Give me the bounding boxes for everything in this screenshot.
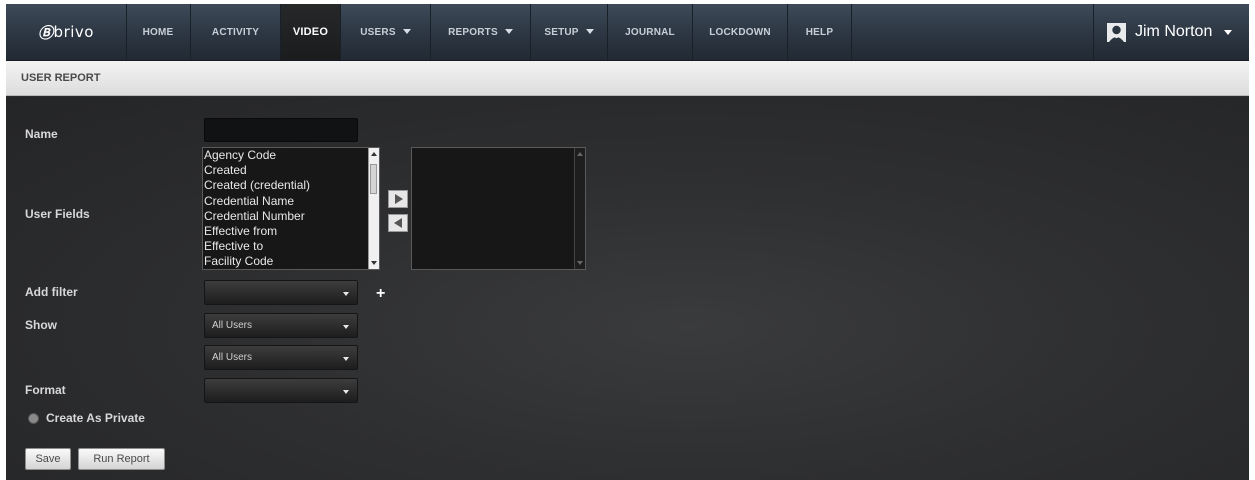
field-option[interactable]: Effective from (204, 224, 379, 239)
arrow-left-icon (394, 218, 402, 228)
chevron-down-icon (504, 28, 513, 34)
available-fields-list[interactable]: Agency Code Created Created (credential) Cr… (202, 147, 380, 270)
nav-home[interactable]: HOME (126, 4, 191, 60)
nav-lockdown[interactable]: LOCKDOWN (693, 4, 788, 60)
nav-reports-label: REPORTS (448, 26, 498, 38)
chevron-down-icon (1224, 29, 1233, 35)
nav-lockdown-label: LOCKDOWN (709, 26, 771, 38)
add-field-button[interactable] (388, 190, 408, 208)
field-option[interactable]: Credential Name (204, 194, 379, 209)
nav-reports[interactable]: REPORTS (431, 4, 531, 60)
dropdown-arrow-icon (343, 390, 349, 394)
report-form: Name User Fields Agency Code Created Creat… (6, 97, 1249, 480)
show-label: Show (25, 318, 57, 332)
chevron-down-icon (585, 28, 594, 34)
logo-text: brivo (53, 23, 94, 41)
app-window: Ⓑbrivo HOME ACTIVITY VIDEO USERS REPORTS… (6, 4, 1249, 480)
nav-activity-label: ACTIVITY (211, 26, 260, 38)
add-filter-plus-icon[interactable]: + (376, 286, 385, 302)
show-select-1-value: All Users (212, 320, 253, 331)
nav-home-label: HOME (142, 26, 174, 38)
nav-help[interactable]: HELP (788, 4, 852, 60)
dropdown-arrow-icon (343, 292, 349, 296)
nav-journal-label: JOURNAL (625, 26, 675, 38)
arrow-right-icon (395, 194, 403, 204)
user-fields-label: User Fields (25, 207, 90, 221)
brivo-logo[interactable]: Ⓑbrivo (6, 4, 127, 60)
scroll-thumb[interactable] (370, 164, 377, 194)
available-fields-items: Agency Code Created Created (credential) Cr… (203, 148, 379, 269)
run-report-button[interactable]: Run Report (78, 448, 165, 470)
create-private-checkbox[interactable] (28, 413, 39, 424)
add-filter-label: Add filter (25, 285, 78, 299)
show-select-2-value: All Users (212, 352, 253, 363)
nav-setup[interactable]: SETUP (531, 4, 608, 60)
nav-journal[interactable]: JOURNAL (608, 4, 693, 60)
format-select[interactable] (204, 378, 358, 403)
dropdown-arrow-icon (343, 325, 349, 329)
selected-fields-list[interactable] (411, 147, 586, 270)
show-select-1[interactable]: All Users (204, 313, 358, 338)
run-report-button-label: Run Report (93, 453, 150, 465)
available-fields-scrollbar[interactable] (368, 148, 379, 269)
nav-video[interactable]: VIDEO (281, 4, 341, 60)
nav-setup-label: SETUP (544, 26, 579, 38)
create-private-label: Create As Private (46, 411, 145, 425)
logo-mark: Ⓑ (38, 23, 54, 42)
nav-activity[interactable]: ACTIVITY (191, 4, 281, 60)
nav-help-label: HELP (805, 26, 834, 38)
selected-fields-scrollbar[interactable] (574, 148, 585, 269)
page-title-bar: USER REPORT (6, 61, 1249, 96)
chevron-down-icon (402, 28, 411, 34)
remove-field-button[interactable] (388, 214, 408, 232)
add-filter-select[interactable] (204, 280, 358, 305)
report-name-input[interactable] (204, 118, 358, 142)
field-option[interactable]: Effective to (204, 239, 379, 254)
dropdown-arrow-icon (343, 357, 349, 361)
name-label: Name (25, 127, 58, 141)
show-select-2[interactable]: All Users (204, 345, 358, 370)
user-menu[interactable]: Jim Norton (1093, 4, 1249, 60)
page-title: USER REPORT (21, 72, 101, 84)
field-option[interactable]: Created (credential) (204, 178, 379, 193)
nav-users-label: USERS (360, 26, 396, 38)
save-button[interactable]: Save (25, 448, 71, 470)
field-option[interactable]: Agency Code (204, 148, 379, 163)
field-option[interactable]: Created (204, 163, 379, 178)
top-nav-bar: Ⓑbrivo HOME ACTIVITY VIDEO USERS REPORTS… (6, 4, 1249, 61)
format-label: Format (25, 383, 66, 397)
field-option[interactable]: Facility Code (204, 254, 379, 269)
scroll-down-icon[interactable] (577, 261, 583, 265)
user-name: Jim Norton (1135, 23, 1213, 40)
field-option[interactable]: Credential Number (204, 209, 379, 224)
user-avatar-icon (1107, 22, 1126, 42)
nav-video-label: VIDEO (292, 26, 329, 38)
scroll-up-icon[interactable] (577, 152, 583, 156)
save-button-label: Save (35, 453, 61, 465)
scroll-down-icon[interactable] (371, 261, 377, 265)
nav-users[interactable]: USERS (341, 4, 431, 60)
scroll-up-icon[interactable] (371, 152, 377, 156)
